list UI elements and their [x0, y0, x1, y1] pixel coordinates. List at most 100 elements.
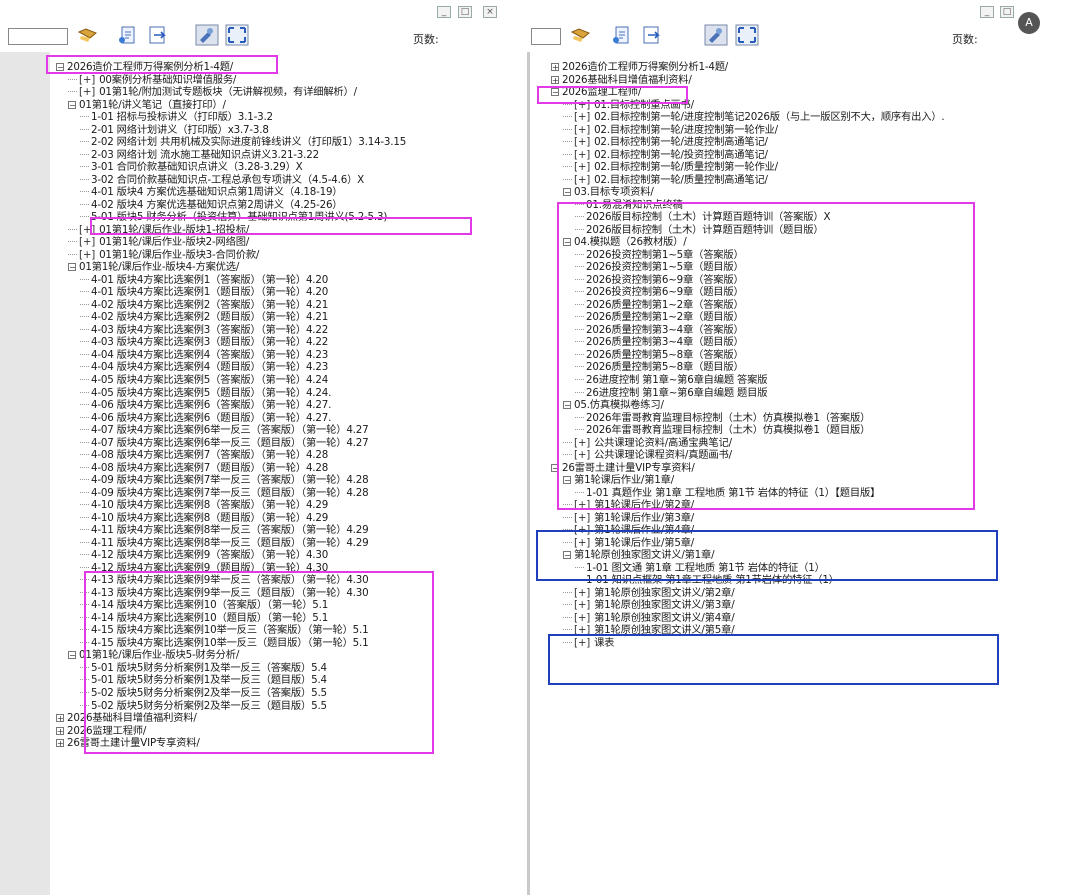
tree-row[interactable]: 4-06 版块4方案比选案例6（答案版）（第一轮）4.27.: [80, 399, 331, 411]
tree-row[interactable]: [+] 第1轮课后作业/第4章/: [563, 524, 694, 536]
tree-row[interactable]: 2026质量控制第5~8章（答案版）: [575, 349, 744, 361]
expand-marker[interactable]: [+]: [79, 86, 95, 98]
tree-row[interactable]: 4-01 版块4方案比选案例1（答案版）（第一轮）4.20: [80, 274, 328, 286]
tree-row[interactable]: 4-05 版块4方案比选案例5（题目版）（第一轮）4.24.: [80, 387, 331, 399]
collapse-icon[interactable]: −: [563, 238, 571, 247]
tree-row[interactable]: +2026基础科目增值福利资料/: [551, 74, 692, 86]
tree-row[interactable]: 4-14 版块4方案比选案例10（答案版）（第一轮）5.1: [80, 599, 328, 611]
expand-icon[interactable]: +: [56, 739, 64, 748]
expand-marker[interactable]: [+]: [574, 111, 590, 123]
tree-row[interactable]: [+] 第1轮课后作业/第5章/: [563, 537, 694, 549]
tree-row[interactable]: 2-02 网络计划 共用机械及实际进度前锋线讲义（打印版1）3.14-3.15: [80, 136, 406, 148]
tree-row[interactable]: +2026造价工程师万得案例分析1-4题/: [551, 61, 728, 73]
tree-row[interactable]: 2-03 网络计划 流水施工基础知识点讲义3.21-3.22: [80, 149, 319, 161]
expand-marker[interactable]: [+]: [574, 512, 590, 524]
tree-row[interactable]: [+] 01第1轮/课后作业-版块2-网络图/: [68, 236, 249, 248]
tree-row[interactable]: 2026投资控制第6~9章（题目版）: [575, 286, 744, 298]
tree-row[interactable]: −04.模拟题（26教材版）/: [563, 236, 687, 248]
expand-marker[interactable]: [+]: [574, 599, 590, 611]
tree-row[interactable]: 4-12 版块4方案比选案例9（题目版）（第一轮）4.30: [80, 562, 328, 574]
address-field[interactable]: [531, 28, 561, 45]
tools-icon[interactable]: [195, 24, 219, 46]
collapse-icon[interactable]: −: [563, 401, 571, 410]
tree-row[interactable]: +2026监理工程师/: [56, 725, 146, 737]
tree-row[interactable]: 1-01 图文通 第1章 工程地质 第1节 岩体的特征（1）: [575, 562, 825, 574]
tools-icon[interactable]: [704, 24, 728, 46]
tree-row[interactable]: [+] 02.目标控制第一轮/进度控制第一轮作业/: [563, 124, 778, 136]
tree-row[interactable]: 4-08 版块4方案比选案例7（答案版）（第一轮）4.28: [80, 449, 328, 461]
tree-row[interactable]: 2026质量控制第1~2章（答案版）: [575, 299, 744, 311]
collapse-icon[interactable]: −: [563, 188, 571, 197]
tree-row[interactable]: −01第1轮/课后作业-版块5-财务分析/: [68, 649, 239, 661]
tree-row[interactable]: [+] 02.目标控制第一轮/投资控制高通笔记/: [563, 149, 768, 161]
tree-row[interactable]: 4-05 版块4方案比选案例5（答案版）（第一轮）4.24: [80, 374, 328, 386]
expand-marker[interactable]: [+]: [574, 637, 590, 649]
maximize-button[interactable]: □: [1000, 6, 1014, 18]
tree-row[interactable]: 4-12 版块4方案比选案例9（答案版）（第一轮）4.30: [80, 549, 328, 561]
tree-row[interactable]: 2026质量控制第3~4章（答案版）: [575, 324, 744, 336]
tree-row[interactable]: [+] 01第1轮/课后作业-版块3-合同价款/: [68, 249, 259, 261]
tree-row[interactable]: 4-09 版块4方案比选案例7举一反三（题目版）（第一轮）4.28: [80, 487, 369, 499]
tree-row[interactable]: −01第1轮/讲义笔记（直接打印）/: [68, 99, 226, 111]
tree-row[interactable]: 5-02 版块5财务分析案例2及举一反三（答案版）5.5: [80, 687, 327, 699]
tree-row[interactable]: [+] 02.目标控制第一轮/质量控制第一轮作业/: [563, 161, 778, 173]
minimize-button[interactable]: _: [437, 6, 451, 18]
tree-row[interactable]: 5-01 版块5 财务分析（投资估算）基础知识点第1周讲义(5.2-5.3): [80, 211, 387, 223]
tree-row[interactable]: 4-10 版块4方案比选案例8（答案版）（第一轮）4.29: [80, 499, 328, 511]
expand-marker[interactable]: [+]: [574, 612, 590, 624]
tree-row[interactable]: 4-13 版块4方案比选案例9举一反三（题目版）（第一轮）4.30: [80, 587, 369, 599]
tree-row[interactable]: 4-01 版块4方案比选案例1（题目版）（第一轮）4.20: [80, 286, 328, 298]
tree-row[interactable]: 4-03 版块4方案比选案例3（题目版）（第一轮）4.22: [80, 336, 328, 348]
tree-row[interactable]: −05.仿真模拟卷练习/: [563, 399, 664, 411]
tree-row[interactable]: 4-03 版块4方案比选案例3（答案版）（第一轮）4.22: [80, 324, 328, 336]
expand-icon[interactable]: +: [551, 75, 559, 84]
expand-marker[interactable]: [+]: [79, 74, 95, 86]
tree-row[interactable]: 4-04 版块4方案比选案例4（题目版）（第一轮）4.23: [80, 361, 328, 373]
tree-row[interactable]: 5-01 版块5财务分析案例1及举一反三（题目版）5.4: [80, 674, 327, 686]
tree-row[interactable]: 2026版目标控制（土木）计算题百题特训（题目版）: [575, 224, 824, 236]
tree-row[interactable]: [+] 01.目标控制重点画书/: [563, 99, 694, 111]
avatar[interactable]: A: [1018, 12, 1040, 34]
tree-row[interactable]: 2026质量控制第5~8章（题目版）: [575, 361, 744, 373]
tree-row[interactable]: 1-01 知识点框架 第1章工程地质 第1节岩体的特征（1）: [575, 574, 839, 586]
expand-marker[interactable]: [+]: [574, 161, 590, 173]
export-icon[interactable]: [146, 24, 170, 46]
address-field[interactable]: [8, 28, 68, 45]
tree-row[interactable]: 5-02 版块5财务分析案例2及举一反三（题目版）5.5: [80, 700, 327, 712]
tree-row[interactable]: − 第1轮原创独家图文讲义/第1章/: [563, 549, 715, 561]
tree-row[interactable]: [+] 02.目标控制第一轮/质量控制高通笔记/: [563, 174, 768, 186]
tree-row[interactable]: 4-14 版块4方案比选案例10（题目版）（第一轮）5.1: [80, 612, 328, 624]
tree-row[interactable]: [+] 公共课理论课程资料/真题画书/: [563, 449, 732, 461]
tree-row[interactable]: 4-15 版块4方案比选案例10举一反三（答案版）（第一轮）5.1: [80, 624, 369, 636]
tree-row[interactable]: −2026监理工程师/: [551, 86, 641, 98]
collapse-icon[interactable]: −: [68, 651, 76, 660]
collapse-icon[interactable]: −: [68, 100, 76, 109]
expand-marker[interactable]: [+]: [574, 624, 590, 636]
tree-row[interactable]: 2026年雷哥教育监理目标控制（土木）仿真模拟卷1（答案版）: [575, 412, 870, 424]
tree-row[interactable]: −26雷哥土建计量VIP专享资料/: [551, 462, 695, 474]
tree-row[interactable]: [+] 第1轮原创独家图文讲义/第5章/: [563, 624, 735, 636]
expand-marker[interactable]: [+]: [574, 149, 590, 161]
tree-row[interactable]: 4-04 版块4方案比选案例4（答案版）（第一轮）4.23: [80, 349, 328, 361]
tree-row[interactable]: [+] 课表: [563, 637, 614, 649]
expand-marker[interactable]: [+]: [574, 437, 590, 449]
tree-row[interactable]: −03.目标专项资料/: [563, 186, 654, 198]
minimize-button[interactable]: _: [980, 6, 994, 18]
tree-row[interactable]: −01第1轮/课后作业-版块4-方案优选/: [68, 261, 239, 273]
tree-row[interactable]: 2026投资控制第1~5章（题目版）: [575, 261, 744, 273]
tree-row[interactable]: [+] 公共课理论资料/高通宝典笔记/: [563, 437, 732, 449]
tree-row[interactable]: 2026版目标控制（土木）计算题百题特训（答案版）X: [575, 211, 830, 223]
tree-row[interactable]: 2026年雷哥教育监理目标控制（土木）仿真模拟卷1（题目版）: [575, 424, 870, 436]
tree-row[interactable]: [+] 02.目标控制第一轮/进度控制笔记2026版（与上一版区别不大，顺序有出入…: [563, 111, 945, 123]
collapse-icon[interactable]: −: [563, 551, 571, 560]
collapse-icon[interactable]: −: [563, 476, 571, 485]
document-icon[interactable]: [610, 24, 634, 46]
open-folder-icon[interactable]: [76, 24, 100, 46]
tree-row[interactable]: 4-06 版块4方案比选案例6（题目版）（第一轮）4.27.: [80, 412, 331, 424]
tree-row[interactable]: 01.易混淆知识点终稿: [575, 199, 683, 211]
tree-row[interactable]: 4-07 版块4方案比选案例6举一反三（题目版）（第一轮）4.27: [80, 437, 369, 449]
tree-row[interactable]: [+] 01第1轮/附加测试专题板块（无讲解视频，有详细解析）/: [68, 86, 357, 98]
collapse-icon[interactable]: −: [56, 63, 64, 72]
expand-marker[interactable]: [+]: [574, 499, 590, 511]
tree-row[interactable]: [+] 第1轮原创独家图文讲义/第3章/: [563, 599, 735, 611]
